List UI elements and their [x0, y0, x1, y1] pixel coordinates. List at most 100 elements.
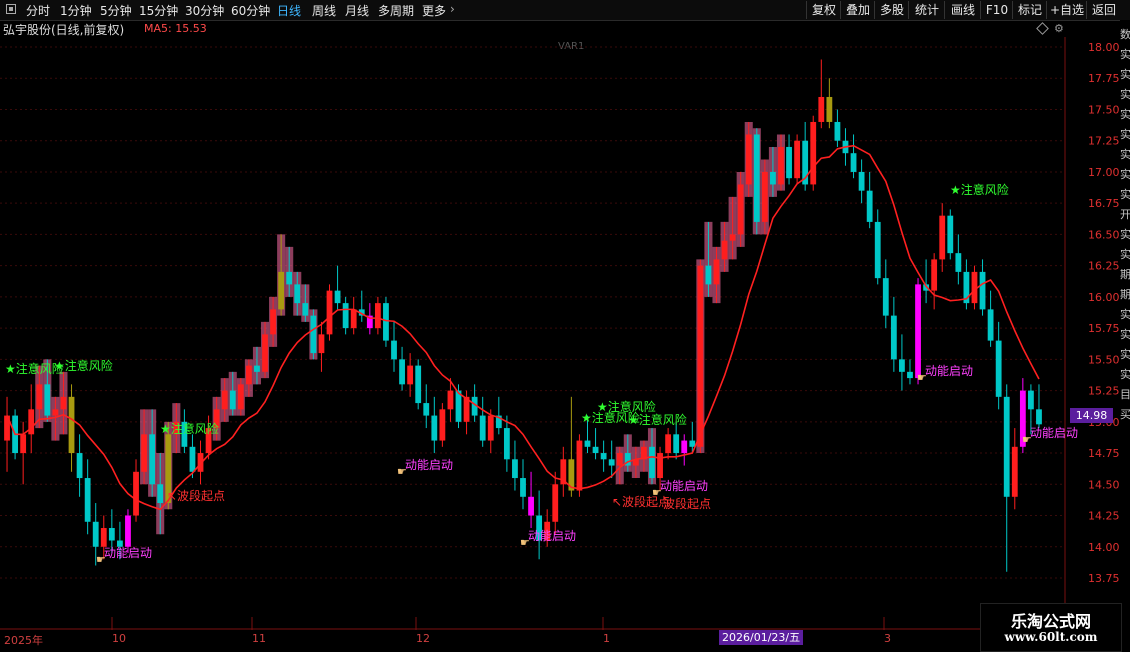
right-strip-char: 目: [1120, 388, 1130, 401]
y-tick-label: 17.00: [1088, 166, 1120, 179]
date-label-nov: 11: [252, 632, 266, 645]
candle-body: [254, 365, 260, 372]
candle-body: [576, 440, 583, 491]
candle-body: [1011, 446, 1018, 497]
candle-body: [1036, 409, 1042, 425]
candle-body: [834, 121, 841, 141]
watermark-logo: 乐淘公式网 www.60lt.com: [980, 603, 1122, 652]
period-tab-5[interactable]: 30分钟: [185, 2, 224, 19]
candle-body: [431, 415, 438, 441]
candle-body: [673, 434, 680, 454]
period-tab-monthly[interactable]: 月线: [345, 2, 369, 19]
momentum-start-label: 动能启动: [660, 479, 708, 493]
watermark-url: www.60lt.com: [1004, 630, 1098, 644]
candle-body: [616, 453, 623, 466]
ma5-label: MA5: 15.53: [144, 22, 207, 35]
candle-body: [92, 521, 99, 547]
overlay-button[interactable]: 叠加: [840, 1, 875, 19]
candle-body: [334, 290, 341, 304]
candle-body: [520, 478, 526, 497]
candle-body: [528, 496, 534, 516]
candle-body: [503, 428, 510, 460]
right-strip-char: 期: [1120, 288, 1130, 301]
candle-body: [439, 409, 446, 441]
period-tab-1[interactable]: 分时: [26, 2, 50, 19]
period-tab-6[interactable]: 60分钟: [231, 2, 270, 19]
candle-body: [52, 409, 59, 416]
candle-body: [955, 253, 962, 272]
candle-body: [1028, 390, 1034, 410]
candle-body: [278, 271, 285, 310]
right-strip-char: 数: [1120, 28, 1130, 41]
diamond-icon[interactable]: [1036, 22, 1049, 35]
right-strip-char: 买: [1120, 408, 1130, 421]
candle-body: [108, 528, 115, 541]
chevron-right-icon[interactable]: ›: [450, 2, 455, 16]
back-button[interactable]: 返回: [1086, 1, 1121, 19]
mark-button[interactable]: 标记: [1012, 1, 1047, 19]
candle-body: [761, 171, 768, 222]
wave-start-label: ↖波段起点: [167, 488, 225, 503]
right-strip-char: 实: [1120, 308, 1130, 321]
candle-body: [584, 440, 591, 447]
candle-body: [189, 446, 196, 472]
candle-body: [237, 384, 244, 410]
right-strip-char: 实: [1120, 168, 1130, 181]
momentum-start-label: 动能启动: [104, 546, 152, 560]
candle-body: [245, 365, 252, 385]
f10-button[interactable]: F10: [980, 1, 1013, 19]
period-toolbar: 分时 1分钟 5分钟 15分钟 30分钟 60分钟 日线 周线 月线 多周期 更…: [0, 0, 1130, 21]
risk-signal-label: ★注意风险: [54, 358, 113, 373]
candle-body: [979, 271, 986, 310]
y-tick-label: 13.75: [1088, 572, 1120, 585]
add-watchlist-button[interactable]: +自选: [1046, 1, 1087, 19]
candle-body: [882, 278, 889, 316]
period-tab-4[interactable]: 15分钟: [139, 2, 178, 19]
restore-rights-button[interactable]: 复权: [806, 1, 841, 19]
candle-body: [100, 528, 107, 547]
candle-body: [229, 390, 236, 410]
risk-signal-label: ★注意风险: [950, 182, 1009, 197]
gear-icon[interactable]: ⚙: [1054, 22, 1064, 35]
period-tab-daily[interactable]: 日线: [277, 2, 301, 19]
period-tab-weekly[interactable]: 周线: [312, 2, 336, 19]
period-tab-3[interactable]: 5分钟: [100, 2, 132, 19]
candlestick-chart[interactable]: 18.00 17.75 17.50 17.25 17.00 16.75 16.50 16.25…: [0, 37, 1120, 630]
candle-body: [786, 146, 792, 179]
window-menu-icon[interactable]: [6, 4, 16, 14]
period-tab-2[interactable]: 1分钟: [60, 2, 92, 19]
candle-body: [221, 390, 228, 410]
y-tick-label: 16.50: [1088, 228, 1120, 241]
draw-line-button[interactable]: 画线: [944, 1, 981, 19]
candle-body: [141, 434, 147, 472]
candle-body: [939, 215, 946, 260]
candle-body: [157, 484, 164, 504]
right-strip-char: 实: [1120, 48, 1130, 61]
candle-body: [778, 146, 784, 185]
date-label-dec: 12: [416, 632, 430, 645]
candle-body: [60, 396, 67, 410]
candle-body: [794, 140, 801, 179]
momentum-start-label: 动能启动: [1030, 426, 1078, 440]
multi-stock-button[interactable]: 多股: [874, 1, 909, 19]
period-tab-more[interactable]: 更多: [422, 2, 446, 19]
date-label-2025: 2025年: [4, 634, 43, 647]
candle-body: [874, 221, 881, 279]
candle-body: [512, 459, 518, 479]
candle-body: [310, 315, 317, 354]
candle-body: [931, 259, 938, 291]
candle-body: [294, 284, 301, 304]
candle-body: [995, 340, 1002, 397]
period-tab-multi[interactable]: 多周期: [378, 2, 414, 19]
right-strip-char: 实: [1120, 348, 1130, 361]
candle-body: [423, 403, 430, 416]
candle-body: [850, 153, 857, 172]
right-strip-char: 实: [1120, 368, 1130, 381]
wave-start-label: 波段起点: [663, 496, 711, 511]
wave-start-label: ↖波段起点: [612, 494, 670, 509]
y-tick-label: 14.50: [1088, 478, 1120, 491]
candle-body: [737, 184, 744, 235]
candle-body: [649, 446, 655, 479]
y-tick-label: 16.75: [1088, 197, 1120, 210]
statistics-button[interactable]: 统计: [908, 1, 945, 19]
